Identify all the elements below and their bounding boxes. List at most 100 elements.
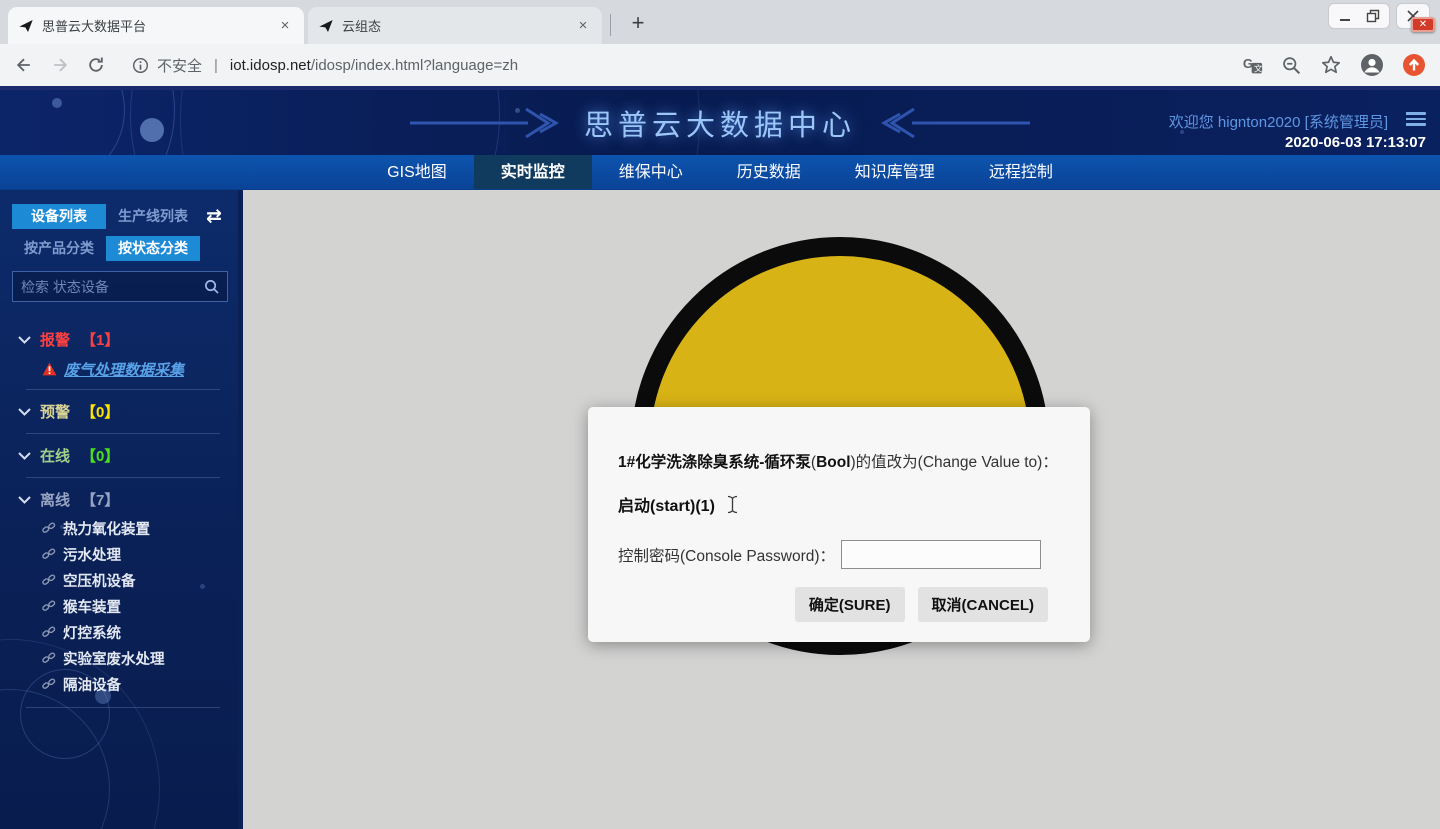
tab-close-icon[interactable]: × <box>574 17 592 35</box>
tab-device-list[interactable]: 设备列表 <box>12 204 106 229</box>
site-favicon-icon <box>18 18 34 34</box>
dialog-message: 1#化学洗涤除臭系统-循环泵(Bool)的值改为(Change Value to… <box>618 451 1060 474</box>
offline-device-item[interactable]: 热力氧化装置 <box>12 515 228 541</box>
browser-toolbar: 不安全 | iot.idosp.net/idosp/index.html?lan… <box>0 44 1440 86</box>
group-count: 【0】 <box>81 445 119 466</box>
alarm-device-item[interactable]: 废气处理数据采集 <box>12 355 228 383</box>
reload-icon[interactable] <box>86 55 106 75</box>
dialog-buttons: 确定(SURE) 取消(CANCEL) <box>618 587 1048 622</box>
dialog-new-value-row: 启动(start)(1) <box>618 492 1060 516</box>
browser-tab-scada[interactable]: 云组态 × <box>308 7 602 44</box>
cancel-button[interactable]: 取消(CANCEL) <box>918 587 1049 622</box>
header-datetime: 2020-06-03 17:13:07 <box>1285 134 1426 151</box>
group-count: 【1】 <box>81 329 119 350</box>
title-left-decoration <box>410 105 570 141</box>
tab-title: 云组态 <box>342 16 574 35</box>
tree-group-alarm[interactable]: 报警 【1】 <box>12 324 228 355</box>
offline-link-icon <box>42 521 56 535</box>
page-title: 思普云大数据中心 <box>584 102 856 144</box>
offline-link-icon <box>42 677 56 691</box>
offline-device-item[interactable]: 空压机设备 <box>12 567 228 593</box>
chevron-down-icon <box>18 496 31 504</box>
divider <box>26 707 220 708</box>
zoom-icon[interactable] <box>1281 55 1302 76</box>
toolbar-icons: G文 <box>1242 53 1426 77</box>
group-count: 【0】 <box>81 401 119 422</box>
restore-icon[interactable] <box>1366 9 1380 23</box>
offline-link-icon <box>42 625 56 639</box>
url-bar[interactable]: 不安全 | iot.idosp.net/idosp/index.html?lan… <box>122 50 1226 80</box>
profile-avatar-icon[interactable] <box>1360 53 1384 77</box>
forward-icon[interactable] <box>50 55 70 75</box>
url-separator: | <box>214 57 218 74</box>
url-text: iot.idosp.net/idosp/index.html?language=… <box>230 57 518 74</box>
tab-by-status[interactable]: 按状态分类 <box>106 236 200 261</box>
menu-list-icon[interactable] <box>1406 112 1426 128</box>
offline-device-label: 污水处理 <box>63 544 121 565</box>
back-icon[interactable] <box>14 55 34 75</box>
screen: 思普云大数据平台 × 云组态 × + ✕ 不安全 | <box>0 0 1440 829</box>
svg-text:G: G <box>1243 56 1253 71</box>
device-status-tree: 报警 【1】 废气处理数据采集 预警 【0】 在线 【0】 <box>12 324 228 708</box>
nav-item-gis[interactable]: GIS地图 <box>360 155 474 189</box>
tab-close-icon[interactable]: × <box>276 17 294 35</box>
offline-device-item[interactable]: 隔油设备 <box>12 671 228 697</box>
console-password-input[interactable] <box>841 540 1041 569</box>
tab-separator <box>610 14 611 36</box>
nav-item-maintenance[interactable]: 维保中心 <box>592 155 710 189</box>
device-name-text: 1#化学洗涤除臭系统-循环泵 <box>618 454 811 471</box>
alarm-warning-icon <box>42 362 57 376</box>
sure-button[interactable]: 确定(SURE) <box>795 587 905 622</box>
group-label: 预警 <box>40 401 70 422</box>
welcome-user-text: 欢迎您 hignton2020 [系统管理员] <box>1169 111 1388 132</box>
security-label: 不安全 <box>157 55 202 76</box>
swap-panels-icon[interactable]: ⇄ <box>200 205 228 228</box>
browser-update-icon[interactable] <box>1402 53 1426 77</box>
svg-text:文: 文 <box>1254 62 1263 73</box>
nav-item-remote[interactable]: 远程控制 <box>962 155 1080 189</box>
tree-group-warning[interactable]: 预警 【0】 <box>12 396 228 427</box>
browser-tab-main[interactable]: 思普云大数据平台 × <box>8 7 304 44</box>
change-value-dialog: 1#化学洗涤除臭系统-循环泵(Bool)的值改为(Change Value to… <box>588 407 1090 642</box>
offline-device-label: 猴车装置 <box>63 596 121 617</box>
offline-device-item[interactable]: 猴车装置 <box>12 593 228 619</box>
device-search-input[interactable] <box>21 279 204 295</box>
group-label: 离线 <box>40 489 70 510</box>
offline-device-item[interactable]: 实验室废水处理 <box>12 645 228 671</box>
offline-device-label: 热力氧化装置 <box>63 518 150 539</box>
divider <box>26 433 220 434</box>
tab-production-line-list[interactable]: 生产线列表 <box>106 204 200 229</box>
site-favicon-icon <box>318 18 334 34</box>
window-buttons-group <box>1328 3 1390 29</box>
url-host: iot.idosp.net <box>230 57 311 74</box>
tree-group-online[interactable]: 在线 【0】 <box>12 440 228 471</box>
offline-device-item[interactable]: 污水处理 <box>12 541 228 567</box>
value-type-text: Bool <box>816 454 850 471</box>
password-label: 控制密码(Console Password)： <box>618 544 835 566</box>
close-button-group: ✕ <box>1396 3 1430 29</box>
info-icon[interactable] <box>132 57 149 74</box>
nav-item-realtime[interactable]: 实时监控 <box>474 155 592 189</box>
classify-tabs: 按产品分类 按状态分类 <box>12 236 228 261</box>
page-header: 思普云大数据中心 欢迎您 hignton2020 [系统管理员] 2020-06… <box>0 90 1440 155</box>
nav-item-knowledge[interactable]: 知识库管理 <box>828 155 962 189</box>
tree-group-offline[interactable]: 离线 【7】 <box>12 484 228 515</box>
chevron-down-icon <box>18 408 31 416</box>
offline-device-item[interactable]: 灯控系统 <box>12 619 228 645</box>
offline-link-icon <box>42 651 56 665</box>
search-icon[interactable] <box>204 279 219 294</box>
url-path: /idosp/index.html?language=zh <box>311 57 518 74</box>
device-sidebar: 设备列表 生产线列表 ⇄ 按产品分类 按状态分类 报警 【1】 <box>0 190 243 829</box>
chevron-down-icon <box>18 336 31 344</box>
offline-link-icon <box>42 547 56 561</box>
tab-by-product[interactable]: 按产品分类 <box>12 236 106 261</box>
nav-item-history[interactable]: 历史数据 <box>710 155 828 189</box>
translate-icon[interactable]: G文 <box>1242 55 1263 76</box>
list-type-tabs: 设备列表 生产线列表 ⇄ <box>12 204 228 229</box>
chevron-down-icon <box>18 452 31 460</box>
alarm-device-label: 废气处理数据采集 <box>64 359 184 380</box>
new-value-text: 启动(start)(1) <box>618 492 715 516</box>
minimize-icon[interactable] <box>1338 9 1352 23</box>
bookmark-star-icon[interactable] <box>1320 54 1342 76</box>
new-tab-button[interactable]: + <box>622 8 654 40</box>
